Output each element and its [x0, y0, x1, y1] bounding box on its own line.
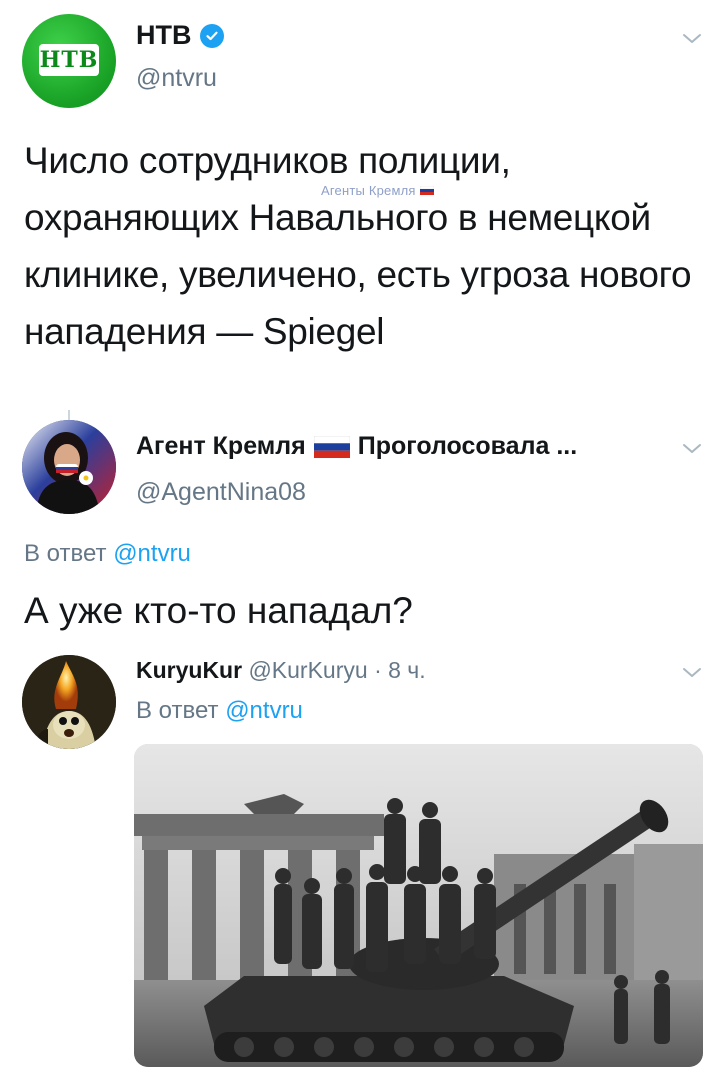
thread-line [68, 410, 70, 420]
reply-to: В ответ @ntvru [136, 697, 303, 725]
tweet-timestamp[interactable]: · 8 ч. [374, 657, 426, 683]
avatar-ntv[interactable]: НТВ [22, 14, 116, 108]
tweet-media-photo[interactable] [134, 744, 703, 1067]
watermark-text: Агенты Кремля [321, 183, 416, 198]
reply-prefix: В ответ [136, 697, 219, 724]
reply-prefix: В ответ [24, 540, 107, 567]
author-handle[interactable]: @ntvru [136, 64, 217, 93]
author-line[interactable]: KuryuKur @KurKuryu · 8 ч. [136, 657, 426, 684]
author-handle[interactable]: @KurKuryu [248, 657, 367, 683]
author-name-text: KuryuKur [136, 657, 243, 683]
author-name-text: Агент Кремля [136, 432, 306, 460]
verified-badge-icon [199, 23, 224, 48]
chevron-down-icon[interactable] [681, 437, 703, 459]
author-name-suffix: Проголосовала ... [357, 432, 578, 460]
watermark: Агенты Кремля [321, 183, 434, 198]
chevron-down-icon[interactable] [681, 661, 703, 683]
avatar-agent[interactable] [22, 420, 116, 514]
tweet-text: Число сотрудников полиции, охраняющих На… [24, 140, 692, 352]
reply-mention-link[interactable]: @ntvru [113, 540, 191, 567]
avatar-kuryukur[interactable] [22, 655, 116, 749]
tweet-text: А уже кто-то нападал? [24, 590, 413, 631]
reply-to: В ответ @ntvru [24, 540, 191, 568]
author-name[interactable]: НТВ [136, 20, 224, 51]
author-name[interactable]: Агент Кремля Проголосовала ... [136, 432, 577, 461]
ntv-logo: НТВ [39, 44, 99, 76]
reply-mention-link[interactable]: @ntvru [225, 697, 303, 724]
author-name-text: НТВ [136, 20, 192, 50]
russia-flag-icon [419, 186, 434, 195]
author-handle[interactable]: @AgentNina08 [136, 478, 306, 507]
chevron-down-icon[interactable] [681, 27, 703, 49]
russia-flag-icon [313, 435, 350, 458]
